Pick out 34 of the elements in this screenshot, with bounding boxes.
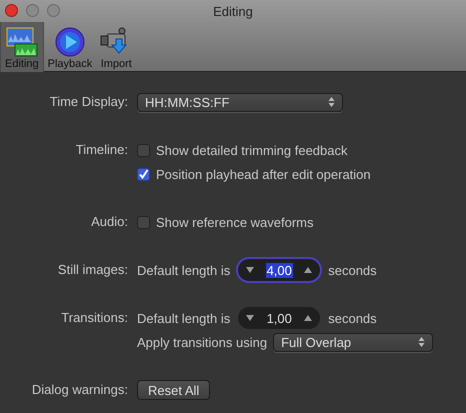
unit-label: seconds xyxy=(328,310,377,326)
timeline-editor-icon xyxy=(6,27,38,57)
number-stepper[interactable]: 4,00 xyxy=(238,259,320,281)
setting-label: Dialog warnings: xyxy=(30,381,128,399)
setting-label: Time Display: xyxy=(48,93,128,111)
increment-icon[interactable] xyxy=(304,315,312,321)
time-display-dropdown[interactable]: HH:MM:SS:FF xyxy=(137,92,343,112)
increment-icon[interactable] xyxy=(304,267,312,273)
field-label: Default length is xyxy=(137,262,230,278)
checkbox-label: Show detailed trimming feedback xyxy=(156,142,348,158)
setting-label: Transitions: xyxy=(60,309,128,327)
dropdown-arrows-icon xyxy=(418,336,426,348)
toolbar-tab[interactable]: Playback xyxy=(44,22,96,72)
toolbar-tab[interactable]: Import xyxy=(96,22,136,72)
decrement-icon[interactable] xyxy=(246,315,254,321)
checkbox-label: Show reference waveforms xyxy=(156,214,314,230)
transition-dropdown[interactable]: Full Overlap xyxy=(273,332,434,352)
dropdown-arrows-icon xyxy=(328,96,335,108)
checkbox[interactable] xyxy=(137,144,150,156)
unit-label: seconds xyxy=(328,262,377,278)
field-label: Apply transitions using xyxy=(137,334,268,350)
checkbox[interactable] xyxy=(137,168,150,180)
play-icon xyxy=(54,27,85,57)
reset-button[interactable]: Reset All xyxy=(137,380,210,400)
setting-label: Still images: xyxy=(56,261,128,279)
close-icon[interactable] xyxy=(5,4,18,17)
checkbox-label: Position playhead after edit operation xyxy=(156,166,371,182)
number-stepper[interactable]: 1,00 xyxy=(238,307,320,329)
window-title: Editing xyxy=(213,4,253,18)
decrement-icon[interactable] xyxy=(246,267,254,273)
setting-label: Audio: xyxy=(90,213,128,231)
field-label: Default length is xyxy=(137,310,230,326)
checkbox[interactable] xyxy=(137,216,150,228)
setting-label: Timeline: xyxy=(74,141,128,159)
